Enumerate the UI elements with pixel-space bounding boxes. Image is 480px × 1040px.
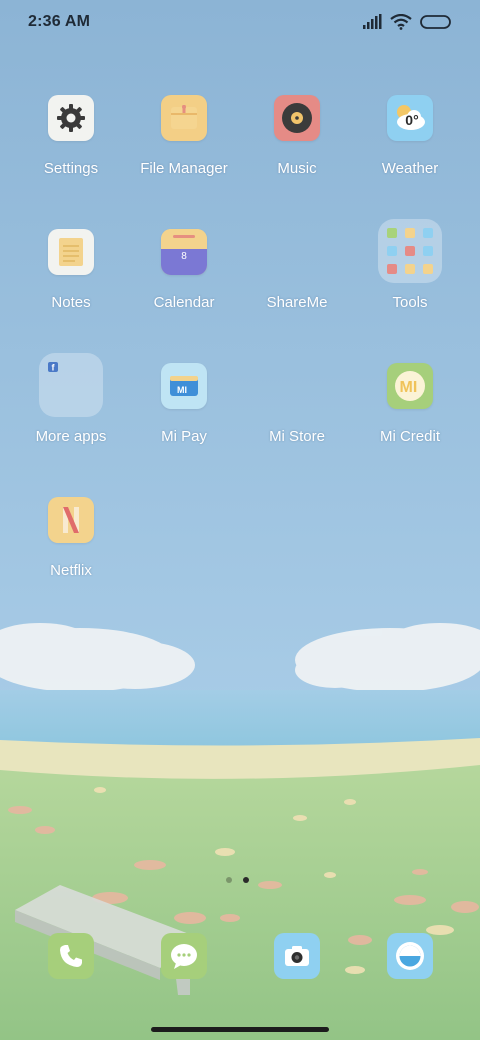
music-icon (274, 95, 320, 141)
shareme-icon (274, 229, 320, 275)
weather-temp: 0° (405, 112, 419, 128)
app-file-manager[interactable]: File Manager (128, 95, 240, 205)
notes-icon (48, 229, 94, 275)
folder-icon (161, 95, 207, 141)
status-time: 2:36 AM (28, 13, 91, 30)
weather-icon: 0° (387, 95, 433, 141)
camera-icon (285, 946, 309, 966)
app-shareme[interactable]: ShareMe (241, 229, 353, 339)
messages-icon (171, 944, 197, 969)
status-icons (362, 12, 452, 32)
app-netflix[interactable]: Netflix (15, 497, 127, 607)
app-settings[interactable]: Settings (15, 95, 127, 205)
more-apps-folder-icon: f (39, 353, 103, 417)
app-music[interactable]: Music (241, 95, 353, 205)
app-label: Mi Credit (379, 428, 440, 445)
app-label: File Manager (140, 160, 228, 177)
page-dot-current[interactable] (243, 877, 249, 883)
phone-icon (60, 945, 82, 967)
dock-camera[interactable] (274, 933, 320, 979)
app-calendar[interactable]: 8 Calendar (128, 229, 240, 339)
dock-phone[interactable] (48, 933, 94, 979)
dock-messages[interactable] (161, 933, 207, 979)
app-label: Calendar (153, 294, 215, 311)
tools-folder-icon (378, 219, 442, 283)
netflix-icon (48, 497, 94, 543)
app-label: Mi Pay (161, 428, 207, 445)
app-label: More apps (35, 428, 107, 445)
app-notes[interactable]: Notes (15, 229, 127, 339)
app-mi-pay[interactable]: MI Mi Pay (128, 363, 240, 473)
calendar-icon: 8 (161, 229, 207, 275)
battery-icon (420, 15, 451, 29)
mi-store-icon (274, 363, 320, 409)
folder-tools[interactable]: Tools (354, 219, 466, 339)
signal-icon (363, 14, 382, 29)
app-mi-credit[interactable]: MI Mi Credit (354, 363, 466, 473)
app-label: Notes (51, 294, 91, 311)
app-label: Weather (381, 160, 439, 177)
svg-text:MI: MI (400, 379, 418, 396)
home-indicator[interactable] (151, 1027, 329, 1032)
app-label: Netflix (50, 562, 92, 579)
calendar-date: 8 (181, 251, 187, 262)
mi-credit-icon: MI (387, 363, 433, 409)
page-indicator (226, 877, 249, 883)
page-dot[interactable] (226, 877, 232, 883)
folder-more-apps[interactable]: f More apps (15, 353, 127, 473)
svg-text:MI: MI (177, 385, 187, 395)
app-mi-store[interactable]: Mi Store (241, 363, 353, 473)
mi-pay-icon: MI (161, 363, 207, 409)
app-label: ShareMe (266, 294, 328, 311)
app-label: Mi Store (269, 428, 325, 445)
app-label: Tools (392, 294, 428, 311)
dock-browser[interactable] (387, 933, 433, 979)
app-weather[interactable]: 0° Weather (354, 95, 466, 205)
status-bar: 2:36 AM (0, 0, 480, 44)
settings-icon (48, 95, 94, 141)
app-label: Settings (43, 160, 99, 177)
wifi-icon (390, 14, 412, 30)
browser-icon (396, 942, 424, 970)
app-label: Music (277, 160, 317, 177)
